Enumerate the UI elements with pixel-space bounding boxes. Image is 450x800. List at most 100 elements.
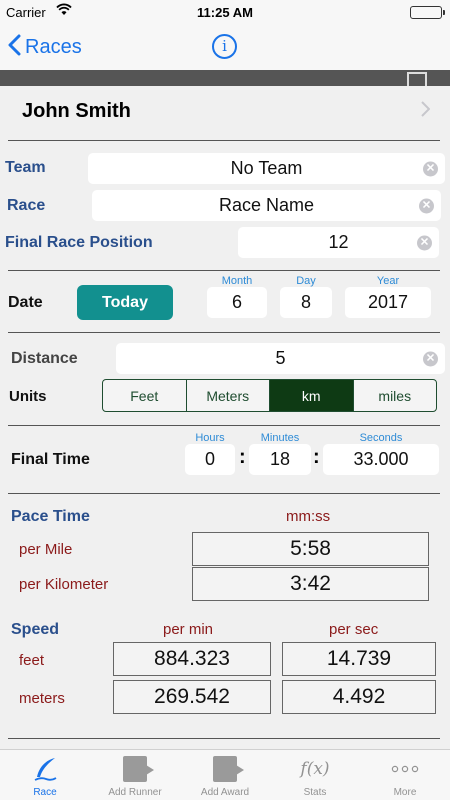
minutes-value: 18 — [269, 449, 291, 469]
day-field[interactable]: 8 — [280, 287, 332, 318]
divider — [8, 140, 440, 141]
minutes-label: Minutes — [260, 432, 300, 444]
chevron-right-icon — [421, 100, 431, 123]
meters-per-min-output: 269.542 — [113, 680, 271, 714]
toggle-box[interactable] — [407, 72, 427, 86]
more-icon — [360, 755, 450, 783]
feet-per-sec-output: 14.739 — [282, 642, 436, 676]
runner-name: John Smith — [22, 100, 131, 122]
tab-label: Race — [33, 787, 57, 798]
feet-per-sec-value: 14.739 — [326, 647, 392, 670]
meters-per-sec-output: 4.492 — [282, 680, 436, 714]
divider — [8, 738, 440, 739]
seconds-field[interactable]: 33.000 — [323, 444, 439, 475]
hours-label: Hours — [195, 432, 225, 444]
colon-separator: : — [239, 446, 246, 468]
pace-per-km-output: 3:42 — [192, 567, 429, 601]
colon-separator: : — [313, 446, 320, 468]
tab-label: Add Runner — [108, 787, 162, 798]
pace-per-mile-value: 5:58 — [290, 537, 331, 560]
units-label: Units — [9, 388, 47, 405]
unit-feet[interactable]: Feet — [103, 380, 187, 411]
team-value: No Team — [230, 158, 303, 178]
pace-per-mile-output: 5:58 — [192, 532, 429, 566]
year-field[interactable]: 2017 — [345, 287, 431, 318]
month-label: Month — [221, 275, 253, 287]
month-value: 6 — [231, 292, 242, 312]
hours-field[interactable]: 0 — [185, 444, 235, 475]
pace-format-label: mm:ss — [286, 508, 331, 525]
team-field[interactable]: No Team ✕ — [88, 153, 445, 184]
race-field[interactable]: Race Name ✕ — [92, 190, 441, 221]
add-runner-icon — [90, 755, 180, 783]
date-label: Date — [8, 294, 43, 311]
month-field[interactable]: 6 — [207, 287, 267, 318]
seconds-label: Seconds — [359, 432, 403, 444]
today-button[interactable]: Today — [77, 285, 173, 320]
feet-per-min-output: 884.323 — [113, 642, 271, 676]
distance-field[interactable]: 5 ✕ — [116, 343, 445, 374]
back-button[interactable]: Races — [8, 34, 82, 61]
race-value: Race Name — [218, 195, 315, 215]
battery-icon — [410, 6, 445, 19]
divider — [8, 270, 440, 271]
position-field[interactable]: 12 ✕ — [238, 227, 439, 258]
per-sec-label: per sec — [329, 621, 379, 638]
divider — [8, 493, 440, 494]
per-min-label: per min — [163, 621, 214, 638]
position-value: 12 — [328, 232, 349, 252]
distance-label: Distance — [11, 350, 78, 367]
speed-label: Speed — [11, 621, 60, 638]
tab-label: More — [393, 787, 417, 798]
hours-value: 0 — [204, 449, 215, 469]
per-mile-label: per Mile — [19, 541, 73, 558]
chevron-left-icon — [8, 34, 21, 61]
meters-label: meters — [19, 690, 65, 707]
unit-miles[interactable]: miles — [354, 380, 437, 411]
quill-icon — [0, 755, 90, 783]
info-icon[interactable]: i — [212, 34, 237, 59]
meters-per-min-value: 269.542 — [154, 685, 230, 708]
per-kilometer-label: per Kilometer — [19, 576, 109, 593]
final-time-label: Final Time — [11, 451, 90, 468]
tab-label: Stats — [303, 787, 327, 798]
clear-icon[interactable]: ✕ — [419, 198, 434, 213]
clock: 11:25 AM — [197, 5, 253, 20]
seconds-value: 33.000 — [353, 449, 409, 469]
distance-value: 5 — [275, 348, 286, 368]
navigation-bar: Races i — [0, 26, 450, 70]
header-strip — [0, 70, 450, 86]
feet-per-min-value: 884.323 — [154, 647, 230, 670]
tab-race[interactable]: Race — [0, 750, 90, 800]
add-award-icon — [180, 755, 270, 783]
back-button-label: Races — [25, 36, 82, 58]
day-label: Day — [296, 275, 316, 287]
pace-time-label: Pace Time — [11, 508, 90, 525]
unit-meters[interactable]: Meters — [187, 380, 270, 411]
race-label: Race — [7, 197, 46, 214]
divider — [8, 425, 440, 426]
day-value: 8 — [300, 292, 311, 312]
status-bar: Carrier 11:25 AM — [0, 0, 450, 26]
clear-icon[interactable]: ✕ — [423, 161, 438, 176]
tab-add-award[interactable]: Add Award — [180, 750, 270, 800]
divider — [8, 332, 440, 333]
team-label: Team — [5, 159, 46, 176]
year-label: Year — [376, 275, 400, 287]
pace-per-km-value: 3:42 — [290, 572, 331, 595]
minutes-field[interactable]: 18 — [249, 444, 311, 475]
year-value: 2017 — [367, 292, 409, 312]
units-segmented-control[interactable]: Feet Meters km miles — [102, 379, 437, 412]
unit-km[interactable]: km — [270, 380, 354, 411]
clear-icon[interactable]: ✕ — [417, 235, 432, 250]
position-label: Final Race Position — [5, 234, 153, 251]
runner-row[interactable]: John Smith — [0, 86, 450, 138]
tab-stats[interactable]: f(x) Stats — [270, 750, 360, 800]
function-icon: f(x) — [300, 759, 330, 779]
tab-add-runner[interactable]: Add Runner — [90, 750, 180, 800]
tab-more[interactable]: More — [360, 750, 450, 800]
meters-per-sec-value: 4.492 — [332, 685, 386, 708]
feet-label: feet — [19, 652, 45, 669]
clear-icon[interactable]: ✕ — [423, 351, 438, 366]
tab-bar: Race Add Runner Add Award f(x) Stats Mor… — [0, 749, 450, 800]
